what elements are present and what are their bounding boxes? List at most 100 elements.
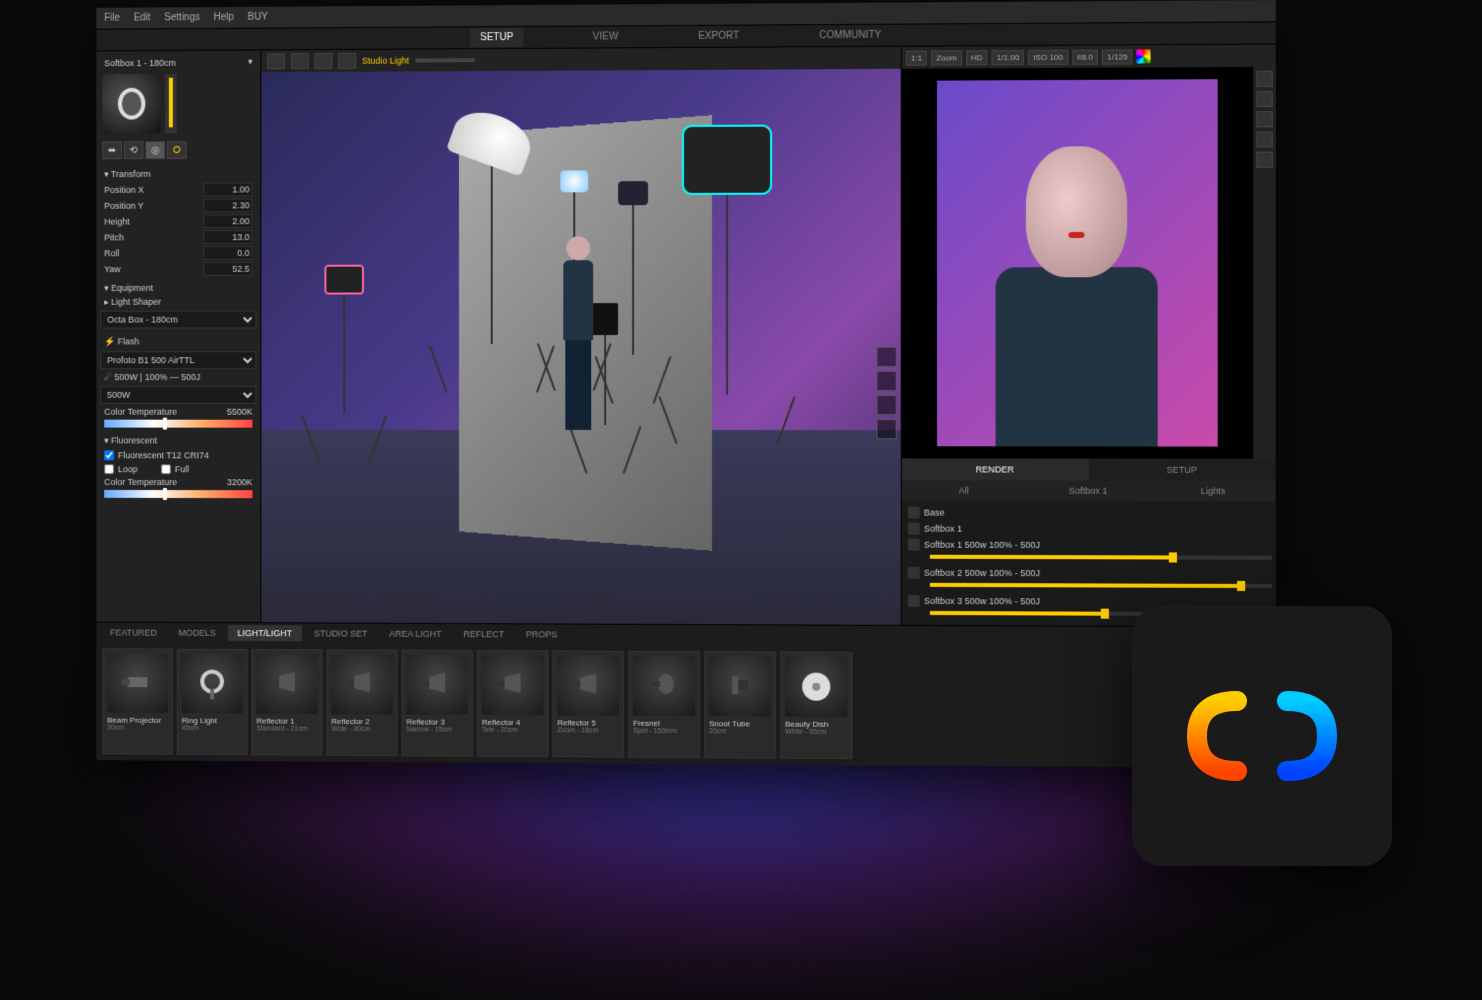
eye-icon[interactable] <box>908 539 920 551</box>
render-panel: 1:1 Zoom HD 1/1.00 ISO 100 f/8.0 1/125 <box>901 45 1276 627</box>
tool-target[interactable]: ◎ <box>145 141 165 159</box>
subtab-softbox1[interactable]: Softbox 1 <box>1026 481 1151 501</box>
eye-icon[interactable] <box>908 595 920 607</box>
render-view[interactable] <box>902 67 1254 459</box>
eye-icon[interactable] <box>908 523 920 535</box>
asset-item[interactable]: Beauty DishWhite - 55cm <box>780 651 852 759</box>
render-aperture[interactable]: f/8.0 <box>1072 49 1098 64</box>
vp-slider[interactable] <box>415 58 474 62</box>
asset-item[interactable]: Reflector 1Standard - 21cm <box>251 649 322 756</box>
asset-sub: 30cm <box>107 725 168 732</box>
viz-fullscreen-icon[interactable] <box>877 419 897 439</box>
asset-item[interactable]: FresnelSpot - 150mm <box>628 651 700 758</box>
label-full: Full <box>175 464 189 474</box>
render-tab-setup[interactable]: SETUP <box>1088 459 1276 481</box>
input-position-x[interactable] <box>203 183 252 197</box>
viz-light-icon[interactable] <box>877 395 897 415</box>
checkbox-loop[interactable] <box>104 464 114 474</box>
asset-tab-featured[interactable]: FEATURED <box>100 625 167 641</box>
vp-tool-2[interactable] <box>291 53 309 69</box>
render-hd[interactable]: HD <box>966 50 988 65</box>
render-tab-render[interactable]: RENDER <box>902 458 1088 480</box>
vp-tool-3[interactable] <box>315 53 333 69</box>
tool-rotate[interactable]: ⟲ <box>124 141 144 159</box>
color-picker-icon[interactable] <box>1137 49 1151 63</box>
asset-tab-props[interactable]: PROPS <box>516 626 567 642</box>
layer-label: Softbox 2 500w 100% - 500J <box>924 568 1040 578</box>
info-icon[interactable] <box>1256 111 1272 127</box>
label-height: Height <box>104 217 129 227</box>
eye-icon[interactable] <box>908 567 920 579</box>
color-temp-slider-2[interactable] <box>104 490 252 498</box>
section-transform[interactable]: ▾ Transform <box>100 163 256 182</box>
asset-item[interactable]: Snoot Tube20cm <box>704 651 776 759</box>
intensity-slider[interactable] <box>165 74 177 134</box>
asset-item[interactable]: Reflector 2Wide - 30cm <box>326 649 397 756</box>
menu-file[interactable]: File <box>104 13 120 24</box>
tab-export[interactable]: EXPORT <box>688 27 749 46</box>
asset-tab-light[interactable]: LIGHT/LIGHT <box>228 625 302 641</box>
asset-item[interactable]: Reflector 4Tele - 20cm <box>477 650 549 757</box>
input-yaw[interactable] <box>203 262 252 276</box>
input-pitch[interactable] <box>203 230 252 244</box>
compare-icon[interactable] <box>1256 152 1272 168</box>
input-height[interactable] <box>203 214 252 228</box>
crop-icon[interactable] <box>1256 91 1272 107</box>
asset-sub: Standard - 21cm <box>256 725 317 732</box>
input-position-y[interactable] <box>203 198 252 212</box>
section-fluorescent[interactable]: ▾ Fluorescent <box>100 430 256 449</box>
asset-item[interactable]: Ring Light45cm <box>177 649 248 756</box>
section-equipment[interactable]: ▾ Equipment <box>100 277 256 296</box>
asset-tab-studioset[interactable]: STUDIO SET <box>304 625 377 641</box>
render-iso[interactable]: ISO 100 <box>1028 49 1068 64</box>
asset-thumb <box>406 655 467 715</box>
render-zoom[interactable]: Zoom <box>931 50 962 65</box>
subtab-lights[interactable]: Lights <box>1151 481 1276 501</box>
select-light-shaper[interactable]: Octa Box - 180cm <box>100 311 256 329</box>
studio-light-left[interactable] <box>325 265 365 454</box>
vp-tool-4[interactable] <box>338 53 356 69</box>
chevron-down-icon[interactable]: ▾ <box>248 56 252 67</box>
section-flash[interactable]: ⚡ Flash <box>100 330 256 349</box>
vp-tool-1[interactable] <box>267 53 285 69</box>
asset-tab-reflect[interactable]: REFLECT <box>453 626 514 642</box>
studio-umbrella-light[interactable] <box>452 115 531 384</box>
studio-softbox-light[interactable] <box>682 125 772 435</box>
asset-item[interactable]: Reflector 5Zoom - 18cm <box>552 650 624 757</box>
layer-slider[interactable] <box>930 555 1272 560</box>
save-icon[interactable] <box>1256 131 1272 147</box>
tab-community[interactable]: COMMUNITY <box>809 26 891 46</box>
select-power[interactable]: 500W <box>100 386 256 404</box>
menu-buy[interactable]: BUY <box>248 12 268 23</box>
tab-view[interactable]: VIEW <box>583 27 628 46</box>
viz-camera-icon[interactable] <box>877 347 897 367</box>
subtab-all[interactable]: All <box>902 480 1026 500</box>
select-flash-unit[interactable]: Profoto B1 500 AirTTL <box>100 351 256 369</box>
menu-edit[interactable]: Edit <box>134 12 151 23</box>
menu-help[interactable]: Help <box>214 12 234 23</box>
tool-link[interactable]: ⭘ <box>167 141 187 159</box>
checkbox-full[interactable] <box>161 464 171 474</box>
asset-tab-arealight[interactable]: AREA LIGHT <box>379 626 451 642</box>
studio-light-top2[interactable] <box>618 181 648 395</box>
histogram-icon[interactable] <box>1256 71 1272 87</box>
asset-tab-models[interactable]: MODELS <box>169 625 226 641</box>
light-thumbnail[interactable] <box>102 74 161 134</box>
input-roll[interactable] <box>203 246 252 260</box>
color-temp-slider[interactable] <box>104 420 252 428</box>
viz-grid-icon[interactable] <box>877 371 897 391</box>
eye-icon[interactable] <box>908 506 920 518</box>
menu-settings[interactable]: Settings <box>164 12 199 23</box>
viewport-canvas[interactable] <box>261 69 900 625</box>
checkbox-fluorescent[interactable] <box>104 450 114 460</box>
asset-item[interactable]: Reflector 3Narrow - 15cm <box>402 650 473 757</box>
layer-slider[interactable] <box>930 583 1272 588</box>
model-figure[interactable] <box>554 236 604 436</box>
render-shutter[interactable]: 1/125 <box>1102 49 1132 64</box>
render-exposure[interactable]: 1/1.00 <box>992 50 1025 65</box>
tool-move[interactable]: ⬌ <box>102 141 122 159</box>
render-zoom-1-1[interactable]: 1:1 <box>906 50 927 65</box>
tab-setup[interactable]: SETUP <box>470 28 523 47</box>
asset-item[interactable]: Beam Projector30cm <box>102 648 173 754</box>
asset-sub: Zoom - 18cm <box>557 727 619 734</box>
